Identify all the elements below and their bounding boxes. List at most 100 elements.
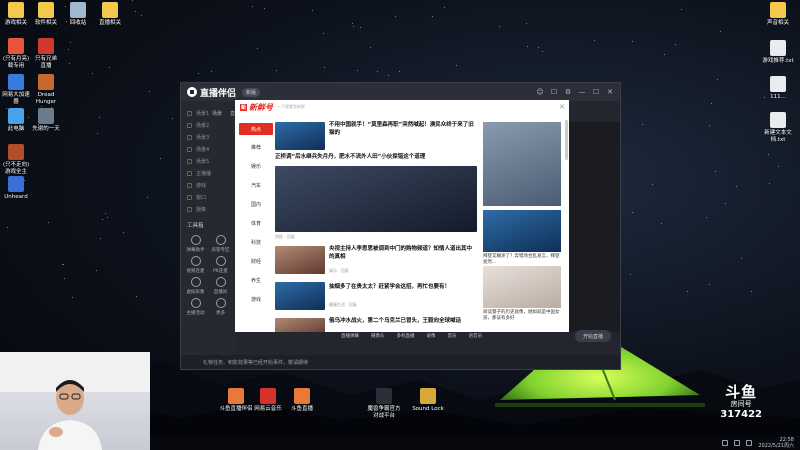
star: [48, 222, 50, 224]
eye-icon[interactable]: [187, 206, 192, 212]
scene-item[interactable]: 场景2: [181, 119, 235, 131]
eye-icon[interactable]: [187, 146, 192, 152]
news-category-tab[interactable]: 财经: [239, 252, 273, 271]
star: [96, 133, 98, 135]
tab-scene[interactable]: 场景: [212, 110, 222, 117]
star: [664, 53, 666, 55]
tool-label: PK连麦: [213, 269, 228, 274]
network-icon[interactable]: [722, 440, 729, 446]
news-category-tab[interactable]: 国内: [239, 195, 273, 214]
star: [134, 11, 136, 13]
news-category-tab[interactable]: 养生: [239, 271, 273, 290]
news-category-tab[interactable]: 娱乐: [239, 157, 273, 176]
star: [322, 32, 324, 34]
star: [629, 274, 631, 276]
tool-button[interactable]: 弹幕助手: [183, 235, 208, 253]
app-icon: [260, 388, 276, 404]
tool-label: 语音员: [468, 334, 483, 339]
scene-item[interactable]: 场景5: [181, 155, 235, 167]
star: [61, 264, 63, 266]
list-item[interactable]: 不用中国就手！“莫里森再职”突然喊起！澳民众终于来了旧猫的: [275, 122, 477, 152]
desktop-icon[interactable]: 声音相关: [756, 2, 800, 27]
news-popup[interactable]: 新 新鲜号 一下就看到新鲜 ✕ 热点推荐 娱乐 汽车 国内 体育 科技 财经 养生 游戏 不用中…: [235, 100, 569, 332]
news-scrollbar[interactable]: [565, 120, 568, 160]
eye-icon[interactable]: [187, 194, 192, 200]
side-image[interactable]: [483, 210, 561, 252]
eye-icon[interactable]: [187, 182, 192, 188]
scene-item-label: 场景5: [196, 158, 210, 165]
tool-button[interactable]: 视频连麦: [183, 256, 208, 274]
news-category-tab[interactable]: 游戏: [239, 290, 273, 309]
list-item[interactable]: 俄乌冲水战火，第二个乌克兰已冒头，王毅向全球喊话: [275, 318, 477, 332]
news-meta: 娱乐 · 回复: [329, 268, 349, 273]
tool-button[interactable]: PK连麦: [208, 256, 233, 274]
news-category-tab[interactable]: 体育: [239, 214, 273, 233]
scene-item[interactable]: 主播播: [181, 167, 235, 179]
maximize-icon[interactable]: ☐: [592, 88, 600, 96]
eye-icon[interactable]: [187, 134, 192, 140]
list-item[interactable]: 正桥调“后水继兵失月丹，肥水不流外人田”小伙探错这个道理 热报 · 回复: [275, 154, 477, 240]
settings-icon[interactable]: ⚙: [564, 88, 572, 96]
app-titlebar[interactable]: 直播伴侣 新版 ☺ ☐ ⚙ — ☐ ✕: [181, 83, 620, 101]
desktop-icon[interactable]: 斗鱼直播: [280, 388, 324, 413]
news-header: 新 新鲜号 一下就看到新鲜 ✕: [235, 100, 569, 114]
tool-button[interactable]: 虚拟形象: [183, 277, 208, 295]
star: [198, 73, 200, 75]
tool-button[interactable]: 直播间: [208, 277, 233, 295]
volume-icon[interactable]: [734, 440, 741, 446]
taskbar-clock[interactable]: 22:58 2022/5/21周六: [758, 437, 794, 449]
news-category-tab[interactable]: 科技: [239, 233, 273, 252]
eye-icon[interactable]: [187, 170, 192, 176]
avatar-icon[interactable]: ☺: [536, 88, 544, 96]
eye-icon[interactable]: [187, 110, 192, 116]
eye-icon[interactable]: [187, 122, 192, 128]
desktop-icon[interactable]: 新建文本文 档.txt: [756, 112, 800, 144]
news-category-tab[interactable]: 推荐: [239, 138, 273, 157]
version-badge[interactable]: 新版: [242, 87, 261, 97]
list-item[interactable]: 抽烟多了在贵太太？赶紧学会这招，再忙也要有！ 健康生活 · 回复: [275, 282, 477, 314]
tool-button[interactable]: 主播活动: [183, 298, 208, 316]
desktop-icon[interactable]: Dread Hunger: [24, 74, 68, 106]
app-icon: [420, 388, 436, 404]
desktop-icon[interactable]: 先谢的一天: [24, 108, 68, 133]
room-number: 317422: [720, 409, 762, 420]
side-image[interactable]: [483, 266, 561, 308]
tool-label: 主播活动: [186, 311, 205, 316]
tool-button[interactable]: 房管专区: [208, 235, 233, 253]
desktop-icon-label: 直播相关: [98, 20, 121, 26]
desktop-icon[interactable]: (只不走向) 游戏全主: [0, 144, 38, 176]
app-icon: [102, 2, 118, 18]
start-live-button[interactable]: 开始直播: [575, 330, 611, 342]
tool-button[interactable]: 更多: [208, 298, 233, 316]
desktop-icon[interactable]: Sound Lock: [406, 388, 450, 413]
desktop-icon[interactable]: 111...: [756, 76, 800, 101]
tool-label: 虚拟形象: [186, 290, 205, 295]
taskbar: 22:58 2022/5/21周六: [150, 436, 800, 450]
news-category-tab[interactable]: 汽车: [239, 176, 273, 195]
scene-item[interactable]: 场景4: [181, 143, 235, 155]
side-image[interactable]: [483, 122, 561, 206]
list-item[interactable]: 央视主持人李思思被调到中门的购物频道？知情人道出其中的真相 娱乐 · 回复: [275, 246, 477, 278]
desktop-icon[interactable]: Unheard: [0, 176, 38, 201]
star: [99, 117, 101, 119]
desktop-icon[interactable]: 直播相关: [88, 2, 132, 27]
app-icon: [38, 108, 54, 124]
eye-icon[interactable]: [187, 158, 192, 164]
close-icon[interactable]: ✕: [559, 103, 565, 111]
desktop-icon[interactable]: 游戏推荐.txt: [756, 40, 800, 65]
star: [720, 31, 722, 33]
scene-item[interactable]: 窗口: [181, 191, 235, 203]
star: [68, 48, 70, 50]
message-icon[interactable]: ☐: [550, 88, 558, 96]
close-icon[interactable]: ✕: [606, 88, 614, 96]
scene-item[interactable]: 场景3: [181, 131, 235, 143]
room-number-overlay: 斗鱼 房间号 317422: [720, 385, 762, 421]
star: [717, 79, 718, 81]
news-category-tab[interactable]: 热点: [239, 123, 273, 135]
desktop-icon[interactable]: 魔兽争霸官方 对战平台: [362, 388, 406, 420]
scene-item[interactable]: 游戏: [181, 179, 235, 191]
ime-icon[interactable]: [746, 440, 753, 446]
scene-item[interactable]: 摄像: [181, 203, 235, 215]
desktop-icon[interactable]: 只有兄弟 直播: [24, 38, 68, 70]
minimize-icon[interactable]: —: [578, 88, 586, 96]
